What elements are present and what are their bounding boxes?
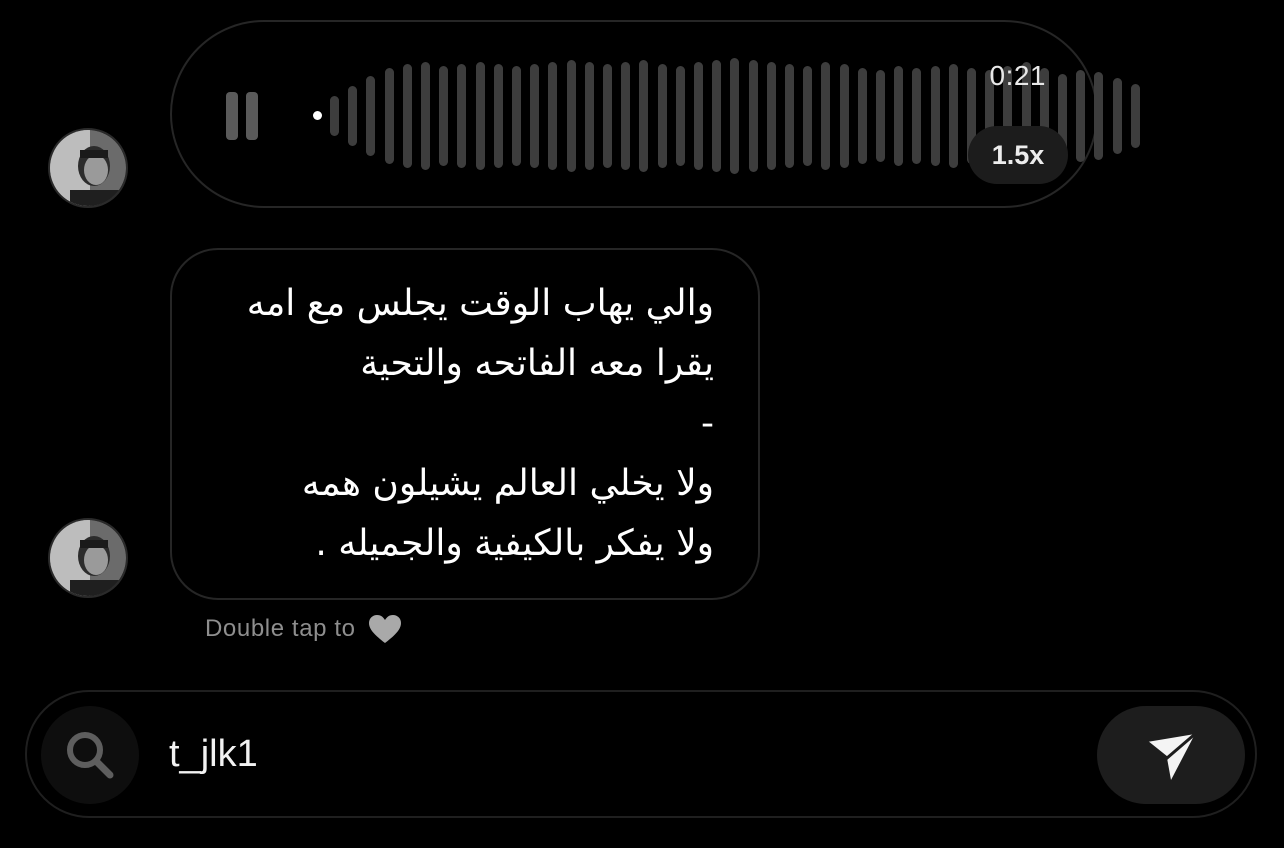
waveform-bar bbox=[803, 66, 813, 166]
waveform-bar bbox=[1076, 70, 1086, 162]
waveform-bar bbox=[402, 64, 412, 168]
waveform-bar bbox=[530, 64, 540, 168]
waveform-bar bbox=[1094, 72, 1104, 160]
waveform-bar bbox=[639, 60, 649, 172]
waveform-bar bbox=[621, 62, 631, 170]
waveform-bar bbox=[439, 66, 449, 166]
waveform-bar bbox=[1112, 78, 1122, 154]
avatar[interactable] bbox=[48, 518, 128, 598]
waveform-bar bbox=[548, 62, 558, 170]
waveform-bar bbox=[730, 58, 740, 174]
waveform-bar bbox=[603, 64, 612, 168]
waveform-bar bbox=[366, 76, 376, 156]
waveform-bar bbox=[748, 60, 758, 172]
waveform-bar bbox=[493, 64, 503, 168]
waveform-bar bbox=[1130, 84, 1140, 148]
waveform-bar bbox=[894, 66, 904, 166]
double-tap-hint: Double tap to bbox=[205, 614, 402, 644]
waveform-bar bbox=[712, 60, 722, 172]
hint-label: Double tap to bbox=[205, 615, 356, 642]
playback-position-dot[interactable] bbox=[313, 111, 322, 120]
waveform-bar bbox=[330, 96, 339, 136]
text-message-bubble[interactable]: والي يهاب الوقت يجلس مع امه يقرا معه الف… bbox=[170, 248, 760, 600]
message-input[interactable]: t_jlk1 bbox=[169, 722, 1069, 786]
waveform-bar bbox=[821, 62, 831, 170]
waveform-bar bbox=[930, 66, 940, 166]
waveform-bar bbox=[657, 64, 667, 168]
waveform-bar bbox=[675, 66, 685, 166]
waveform[interactable] bbox=[330, 22, 1140, 210]
waveform-bar bbox=[348, 86, 358, 146]
send-button[interactable] bbox=[1097, 706, 1245, 804]
voice-message-bubble[interactable]: 0:21 1.5x bbox=[170, 20, 1140, 210]
message-composer: t_jlk1 bbox=[25, 690, 1257, 818]
voice-duration: 0:21 bbox=[989, 60, 1046, 91]
waveform-bar bbox=[566, 60, 576, 172]
heart-icon bbox=[368, 614, 402, 644]
pause-icon[interactable] bbox=[226, 92, 260, 140]
waveform-bar bbox=[948, 64, 958, 168]
waveform-bar bbox=[694, 62, 703, 170]
waveform-bar bbox=[512, 66, 521, 166]
waveform-bar bbox=[421, 62, 430, 170]
waveform-bar bbox=[839, 64, 849, 168]
waveform-bar bbox=[584, 62, 594, 170]
waveform-bar bbox=[912, 68, 922, 164]
search-button[interactable] bbox=[41, 706, 139, 804]
waveform-bar bbox=[785, 64, 794, 168]
waveform-bar bbox=[876, 70, 885, 162]
avatar[interactable] bbox=[48, 128, 128, 208]
message-text: والي يهاب الوقت يجلس مع امه يقرا معه الف… bbox=[246, 283, 714, 564]
waveform-bar bbox=[457, 64, 467, 168]
waveform-bar bbox=[857, 68, 867, 164]
waveform-bar bbox=[766, 62, 776, 170]
waveform-bar bbox=[475, 62, 485, 170]
playback-speed-button[interactable]: 1.5x bbox=[968, 126, 1068, 184]
waveform-bar bbox=[384, 68, 394, 164]
